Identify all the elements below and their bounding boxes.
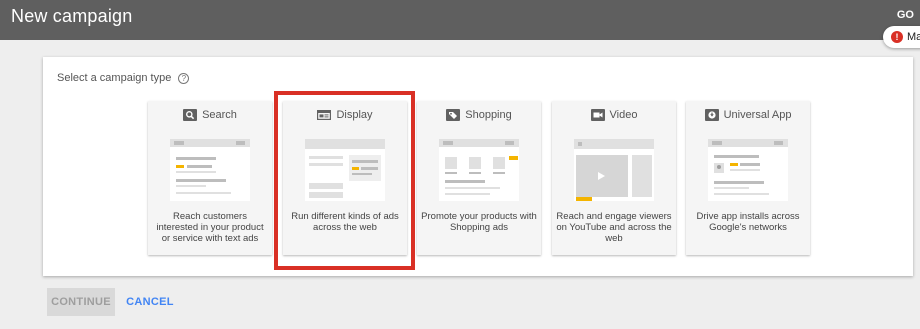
card-search[interactable]: Search Reach customers interested in you… xyxy=(148,101,272,255)
continue-button[interactable]: CONTINUE xyxy=(47,288,115,316)
card-title: Video xyxy=(609,109,638,121)
top-bar: New campaign GO xyxy=(0,0,920,40)
video-illustration xyxy=(574,139,654,201)
card-description: Promote your products with Shopping ads xyxy=(421,211,537,233)
alert-chip[interactable]: ! Ma xyxy=(883,26,920,48)
card-shopping[interactable]: Shopping Promote your products with Shop… xyxy=(417,101,541,255)
tag-icon xyxy=(446,109,461,121)
cancel-button[interactable]: CANCEL xyxy=(124,288,176,316)
panel-label: Select a campaign type ? xyxy=(57,72,190,84)
card-title: Search xyxy=(202,109,237,121)
alert-chip-text: Ma xyxy=(907,31,920,43)
card-universal-app[interactable]: Universal App Drive app installs across … xyxy=(686,101,810,255)
card-header: Video xyxy=(552,109,676,121)
page-title: New campaign xyxy=(11,6,133,26)
header-right-text[interactable]: GO xyxy=(897,9,914,21)
shopping-illustration xyxy=(439,139,519,201)
card-description: Reach customers interested in your produ… xyxy=(156,211,264,244)
search-icon xyxy=(183,109,198,121)
alert-icon: ! xyxy=(891,31,903,43)
card-title: Universal App xyxy=(723,109,792,121)
card-header: Universal App xyxy=(686,109,810,121)
card-header: Search xyxy=(148,109,272,121)
card-video[interactable]: Video Reach and engage viewers on YouTub… xyxy=(552,101,676,255)
campaign-type-panel: Select a campaign type ? Search Reach cu… xyxy=(43,57,913,276)
card-description: Drive app installs across Google's netwo… xyxy=(696,211,800,233)
selection-highlight-frame xyxy=(274,91,415,270)
card-header: Shopping xyxy=(417,109,541,121)
download-icon xyxy=(704,109,719,121)
card-description: Reach and engage viewers on YouTube and … xyxy=(556,211,672,244)
card-title: Shopping xyxy=(465,109,512,121)
videocam-icon xyxy=(590,109,605,121)
search-illustration xyxy=(170,139,250,201)
question-circle-icon[interactable]: ? xyxy=(178,72,190,84)
panel-label-text: Select a campaign type xyxy=(57,72,172,84)
app-illustration xyxy=(708,139,788,201)
